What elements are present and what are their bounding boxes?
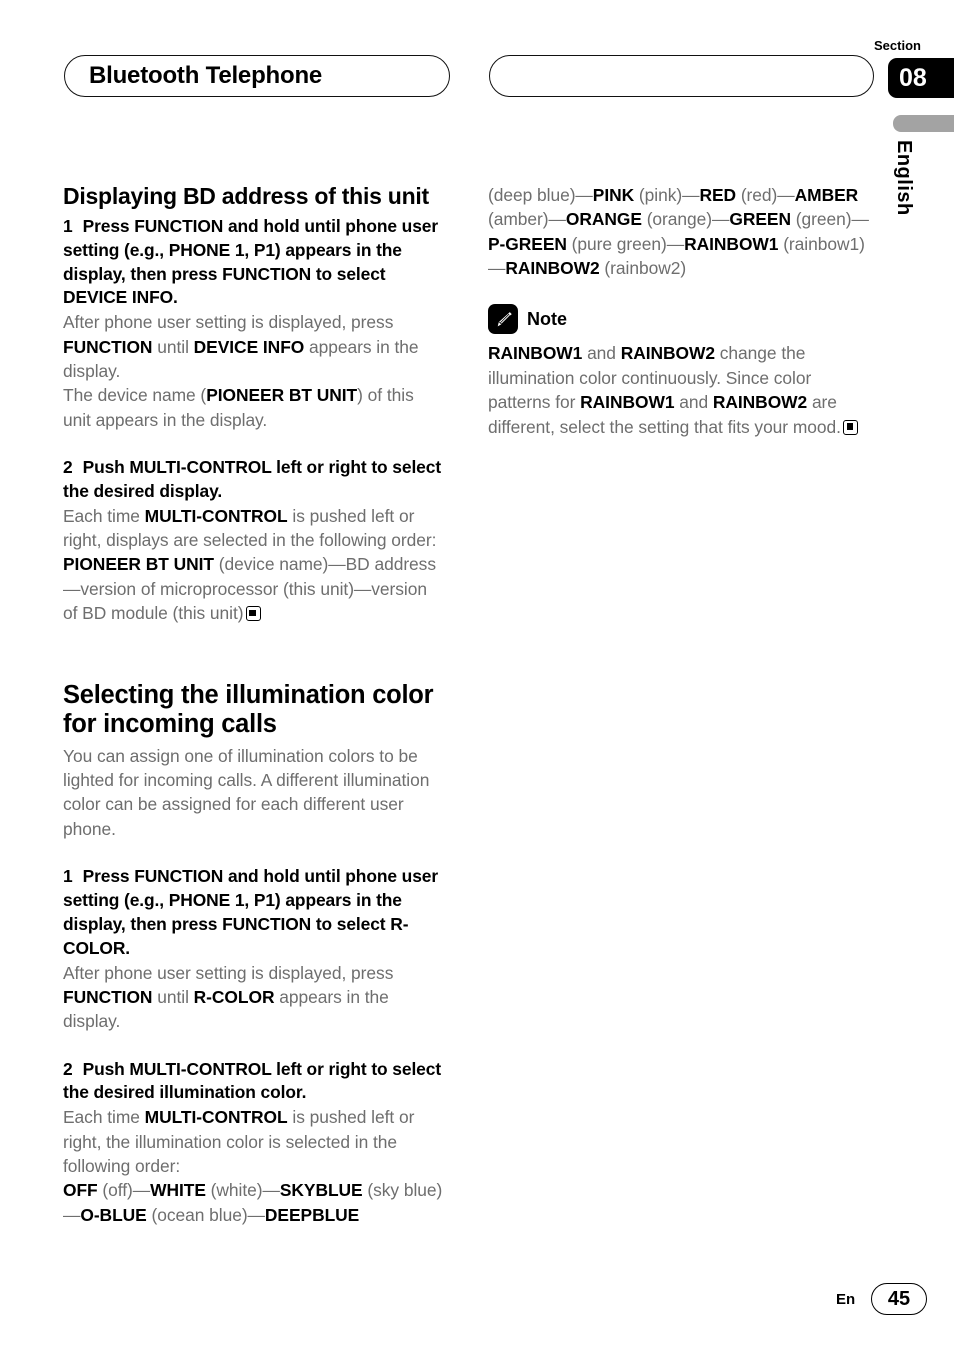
section-tab: 08 [888,58,954,98]
left-column: Displaying BD address of this unit 1 Pres… [63,183,445,1227]
step-1-illumination-color: 1 Press FUNCTION and hold until phone use… [63,865,445,960]
step-number: 1 [63,215,73,236]
step-text: Press FUNCTION and hold until phone user… [63,215,439,308]
bold-term: R-COLOR [193,986,275,1007]
bold-term: MULTI-CONTROL [144,505,288,526]
color-name: P-GREEN [488,233,567,254]
text-run: Each time [63,1107,145,1128]
color-name: WHITE [150,1180,206,1201]
step-number: 1 [63,866,73,887]
bold-term: PIONEER BT UNIT [63,554,214,575]
page-header: Bluetooth Telephone Section 08 [0,39,954,115]
color-name: SKYBLUE [279,1180,363,1201]
color-desc: (ocean blue)— [146,1204,265,1225]
color-desc: (green)— [790,209,869,230]
note-body: RAINBOW1 and RAINBOW2 change the illumin… [488,341,870,438]
illumination-color-order-list: OFF (off)—WHITE (white)—SKYBLUE (sky blu… [63,1178,445,1227]
text-run: until [152,986,194,1007]
color-name: RED [699,185,737,205]
bold-term: MULTI-CONTROL [144,1107,288,1128]
color-name: DEEPBLUE [264,1204,360,1225]
bold-term: RAINBOW1 [580,392,675,413]
color-desc: (amber)— [488,209,566,230]
section-label: Section [874,38,921,53]
bold-term: FUNCTION [63,986,153,1007]
step-1-body-a: After phone user setting is displayed, p… [63,310,445,383]
text-run: After phone user setting is displayed, p… [63,312,394,333]
text-run: Each time [63,505,145,526]
color-name: OFF [63,1180,98,1201]
step-2-body: Each time MULTI-CONTROL is pushed left o… [63,504,445,553]
color-desc: (pink)— [634,185,700,205]
illumination-intro-paragraph: You can assign one of illumination color… [63,745,430,839]
step-text: Push MULTI-CONTROL left or right to sele… [63,1058,442,1103]
note-header: Note [488,304,870,335]
bold-term: RAINBOW2 [712,392,808,413]
bold-term: PIONEER BT UNIT [206,385,358,406]
bold-term: RAINBOW1 [488,343,583,364]
step-2-illumination-color: 2 Push MULTI-CONTROL left or right to sel… [63,1058,445,1106]
illumination-color-order-list-continued: (deep blue)—PINK (pink)—RED (red)—AMBER … [488,183,870,280]
color-name: GREEN [729,209,791,230]
color-name: O-BLUE [80,1204,147,1225]
step-1-illumination-body: After phone user setting is displayed, p… [63,961,445,1034]
step-text: Push MULTI-CONTROL left or right to sele… [63,457,442,501]
text-run: After phone user setting is displayed, p… [63,962,394,983]
page-title: Bluetooth Telephone [89,62,323,89]
display-order-list: PIONEER BT UNIT (device name)—BD address… [63,552,445,625]
step-1-displaying-bd-address: 1 Press FUNCTION and hold until phone use… [63,215,445,310]
color-name: ORANGE [565,209,642,230]
color-desc: (pure green)— [566,233,685,254]
color-name: RAINBOW2 [505,258,600,279]
step-text: Press FUNCTION and hold until phone user… [63,866,439,958]
pencil-icon [488,304,518,335]
end-of-section-marker [842,419,858,435]
chapter-title-pill-empty [489,55,874,97]
manual-page: Bluetooth Telephone Section 08 English D… [0,0,954,1352]
step-1-body-b: The device name (PIONEER BT UNIT) of thi… [63,383,445,432]
footer-language-code: En [836,1291,856,1308]
language-tab-label: English [893,140,915,216]
bold-term: FUNCTION [63,336,153,357]
color-desc: (off)— [97,1180,151,1201]
bold-term: RAINBOW2 [620,343,715,364]
text-run: The device name ( [63,385,207,406]
step-2-displaying-bd-address: 2 Push MULTI-CONTROL left or right to sel… [63,456,445,504]
chapter-title-pill: Bluetooth Telephone [64,55,450,97]
color-desc: (rainbow2) [599,258,687,279]
step-number: 2 [63,457,73,478]
heading-displaying-bd-address: Displaying BD address of this unit [63,183,429,209]
text-run: and [674,392,713,413]
color-desc: (deep blue)— [488,185,593,205]
color-desc: (red)— [736,185,795,205]
section-number: 08 [899,63,927,92]
text-run: until [152,336,194,357]
color-name: AMBER [794,185,859,205]
color-desc: (orange)— [641,209,730,230]
end-of-section-marker [245,606,261,622]
note-label: Note [527,309,567,330]
page-number-pill: 45 [871,1283,927,1315]
color-desc: (white)— [205,1180,280,1201]
color-name: RAINBOW1 [684,233,779,254]
language-bar [893,115,954,132]
text-run: and [582,343,621,364]
page-footer: En 45 [0,1283,954,1323]
right-column: (deep blue)—PINK (pink)—RED (red)—AMBER … [488,183,870,439]
bold-term: DEVICE INFO [193,336,305,357]
heading-selecting-illumination-color: Selecting the illumination color for inc… [63,680,434,738]
page-number: 45 [887,1288,911,1310]
step-number: 2 [63,1058,73,1079]
step-2-illumination-body: Each time MULTI-CONTROL is pushed left o… [63,1105,445,1178]
color-name: PINK [592,185,635,205]
